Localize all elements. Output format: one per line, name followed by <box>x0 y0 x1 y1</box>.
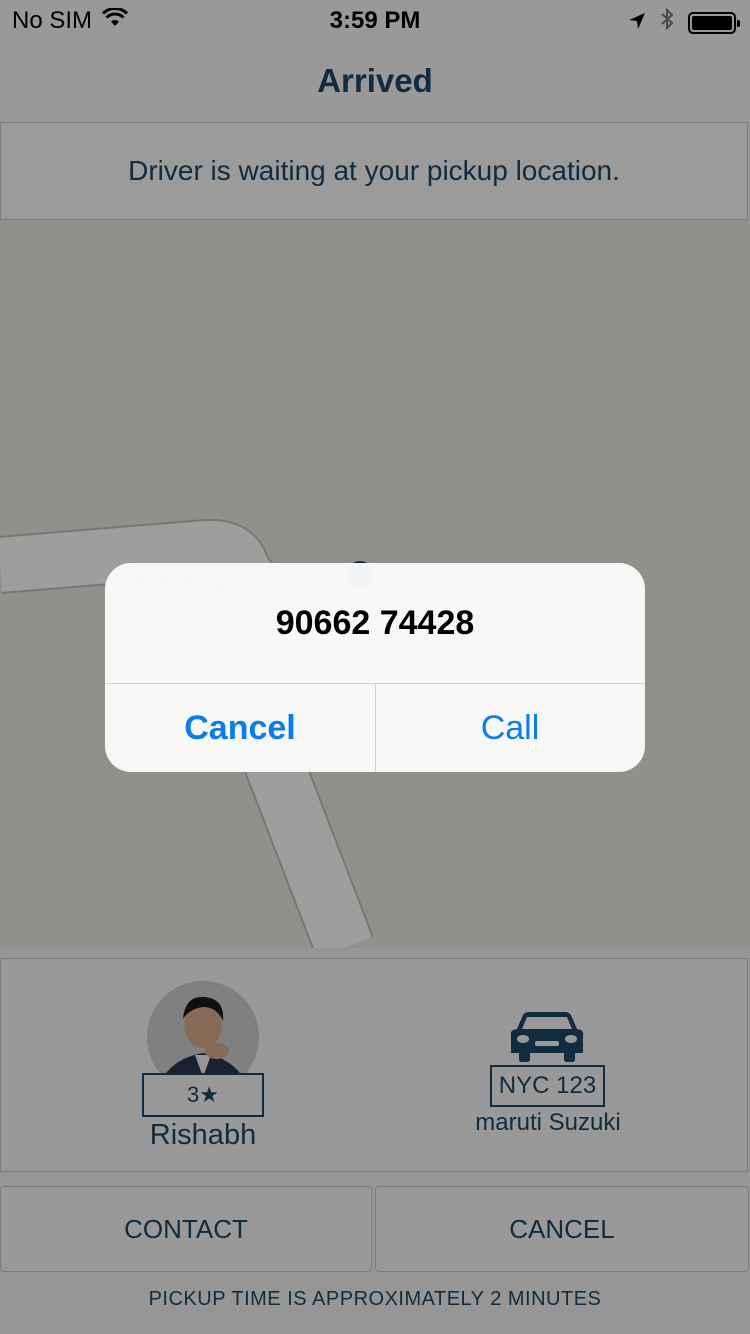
alert-call-button[interactable]: Call <box>375 684 645 772</box>
alert-phone-number: 90662 74428 <box>275 603 475 642</box>
alert-cancel-button[interactable]: Cancel <box>105 684 375 772</box>
call-alert-dialog: 90662 74428 Cancel Call <box>105 563 645 772</box>
